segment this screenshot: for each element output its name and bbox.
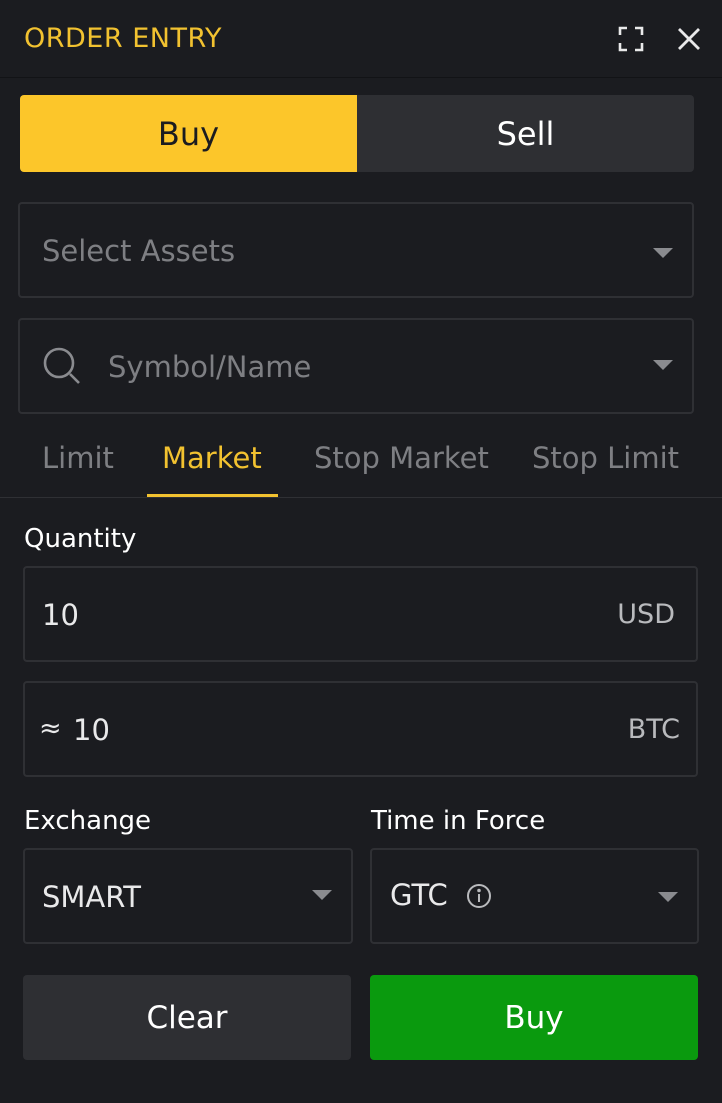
quantity-btc-input[interactable]: ≈ 10 BTC	[23, 681, 698, 777]
buy-button[interactable]: Buy	[370, 975, 698, 1060]
time-in-force-label: Time in Force	[371, 806, 546, 836]
quantity-btc-unit: BTC	[627, 714, 680, 745]
tab-limit[interactable]: Limit	[42, 441, 114, 475]
select-assets-placeholder: Select Assets	[42, 234, 236, 268]
buy-toggle-button[interactable]: Buy	[20, 95, 357, 172]
exchange-label: Exchange	[24, 806, 152, 836]
exchange-dropdown[interactable]: SMART	[23, 848, 353, 944]
chevron-down-icon	[658, 892, 678, 902]
close-icon[interactable]	[674, 24, 704, 54]
symbol-search-input[interactable]: Symbol/Name	[18, 318, 694, 414]
order-type-tabs: Limit Market Stop Market Stop Limit	[0, 430, 722, 498]
clear-button[interactable]: Clear	[23, 975, 351, 1060]
symbol-search-placeholder: Symbol/Name	[108, 350, 312, 384]
info-icon[interactable]	[466, 883, 492, 909]
select-assets-dropdown[interactable]: Select Assets	[18, 202, 694, 298]
order-entry-panel: ORDER ENTRY Buy Sell Select Assets Symbo…	[0, 0, 722, 1103]
buy-sell-toggle: Buy Sell	[20, 95, 694, 172]
expand-icon[interactable]	[616, 24, 646, 54]
quantity-usd-unit: USD	[617, 599, 675, 630]
quantity-usd-input[interactable]: 10 USD	[23, 566, 698, 662]
chevron-down-icon	[653, 248, 673, 258]
tab-stop-market[interactable]: Stop Market	[314, 441, 489, 475]
active-tab-indicator	[147, 494, 278, 497]
exchange-value: SMART	[42, 880, 142, 914]
tab-stop-limit[interactable]: Stop Limit	[532, 441, 679, 475]
chevron-down-icon	[312, 890, 332, 900]
time-in-force-dropdown[interactable]: GTC	[370, 848, 699, 944]
tab-market[interactable]: Market	[162, 441, 262, 475]
panel-header: ORDER ENTRY	[0, 0, 722, 78]
sell-toggle-button[interactable]: Sell	[357, 95, 694, 172]
approx-symbol: ≈	[39, 713, 62, 744]
quantity-btc-value: 10	[73, 713, 110, 747]
search-icon	[42, 346, 82, 386]
quantity-label: Quantity	[24, 524, 137, 554]
chevron-down-icon	[653, 360, 673, 370]
quantity-usd-value: 10	[42, 598, 79, 632]
time-in-force-value: GTC	[390, 878, 448, 912]
panel-title: ORDER ENTRY	[24, 23, 222, 54]
